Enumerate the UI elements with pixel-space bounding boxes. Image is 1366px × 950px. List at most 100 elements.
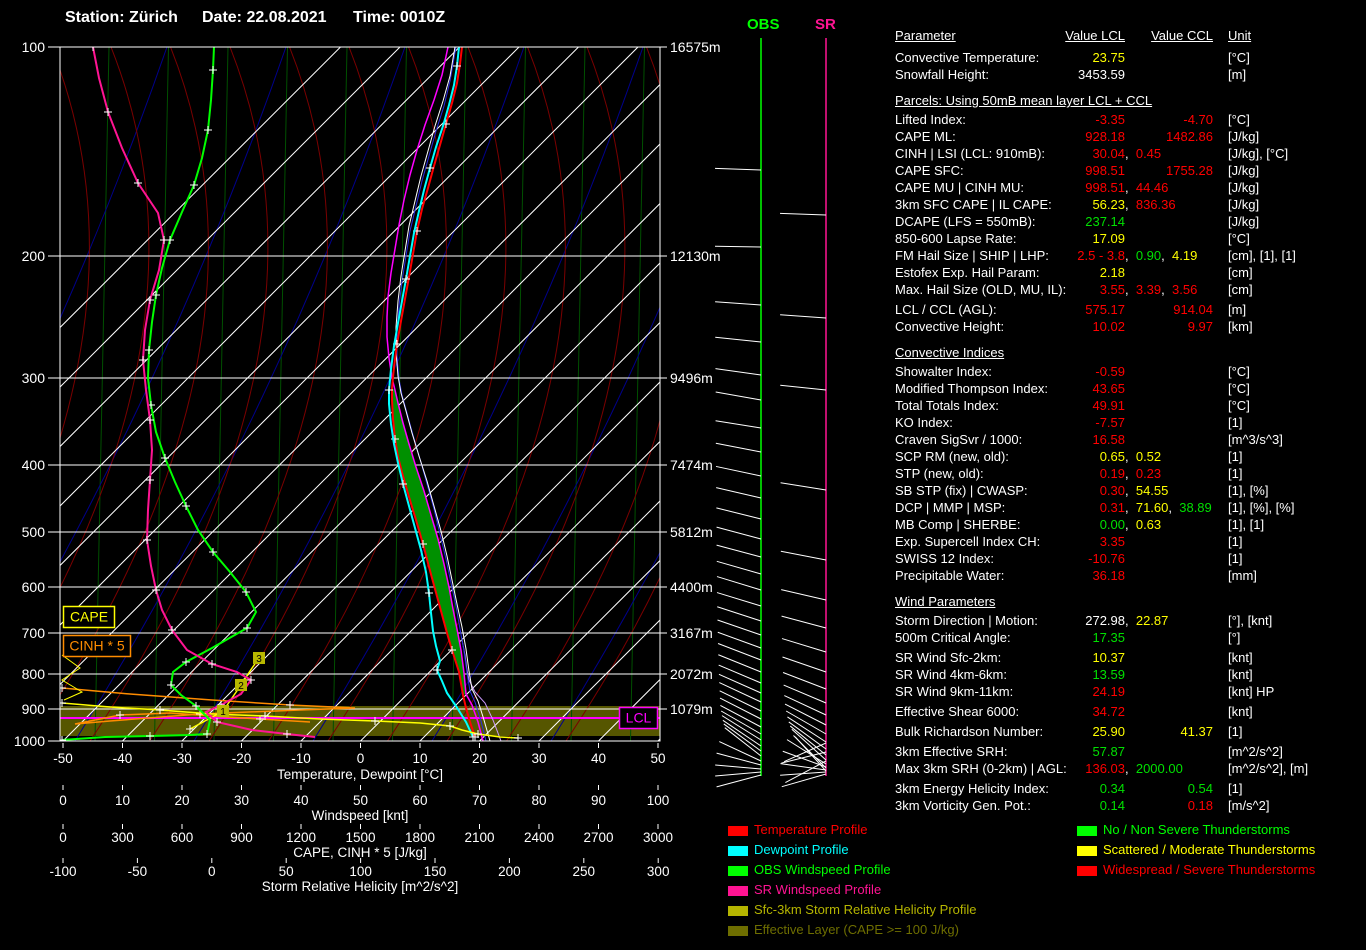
value-part: 71.60 xyxy=(1136,500,1169,515)
legend-label: OBS Windspeed Profile xyxy=(754,862,891,877)
legend-label: Sfc-3km Storm Relative Helicity Profile xyxy=(754,902,977,917)
svg-text:200: 200 xyxy=(498,864,521,879)
svg-text:1: 1 xyxy=(220,707,226,718)
header-value-lcl: Value LCL xyxy=(895,27,1125,44)
param-value-lcl: 30.04 xyxy=(895,145,1125,162)
svg-text:100: 100 xyxy=(647,793,670,808)
param-unit: [1], [%], [%] xyxy=(1228,499,1294,516)
value-part: 43.65 xyxy=(1092,381,1125,396)
table-row: CAPE SFC:998.511755.28[J/kg] xyxy=(895,162,1366,179)
table-row: Effective Shear 6000:34.72[knt] xyxy=(895,703,1366,720)
svg-text:1079m: 1079m xyxy=(670,701,713,717)
value-part: 16.58 xyxy=(1092,432,1125,447)
svg-text:300: 300 xyxy=(22,370,46,386)
param-value-extra: , 3.39, 3.56 xyxy=(1125,281,1197,298)
param-unit: [1] xyxy=(1228,448,1242,465)
param-value-extra: , 0.90, 4.19 xyxy=(1125,247,1197,264)
table-row: SR Wind Sfc-2km:10.37[knt] xyxy=(895,649,1366,666)
svg-text:CAPE: CAPE xyxy=(70,609,108,625)
value-part: 0.19 xyxy=(1100,466,1125,481)
legend-swatch xyxy=(1077,866,1097,876)
table-row: LCL / CCL (AGL):575.17914.04[m] xyxy=(895,301,1366,318)
param-value-extra: , 44.46 xyxy=(1125,179,1168,196)
param-unit: [°C] xyxy=(1228,230,1250,247)
table-header-row: ParameterValue LCLValue CCLUnit xyxy=(895,27,1366,49)
param-unit: [J/kg] xyxy=(1228,162,1259,179)
value-part: 41.37 xyxy=(1180,724,1213,739)
svg-text:250: 250 xyxy=(573,864,596,879)
param-unit: [°C] xyxy=(1228,363,1250,380)
value-part: 4.19 xyxy=(1172,248,1197,263)
table-row: CAPE MU | CINH MU:998.51, 44.46[J/kg] xyxy=(895,179,1366,196)
legend-label: SR Windspeed Profile xyxy=(754,882,881,897)
comma: , xyxy=(1161,282,1172,297)
comma: , xyxy=(1168,500,1179,515)
param-value-lcl: 43.65 xyxy=(895,380,1125,397)
value-part: 0.54 xyxy=(1188,781,1213,796)
svg-text:-20: -20 xyxy=(232,751,252,766)
param-value-lcl: 23.75 xyxy=(895,49,1125,66)
param-unit: [J/kg] xyxy=(1228,213,1259,230)
value-part: 10.37 xyxy=(1092,650,1125,665)
table-row: MB Comp | SHERBE:0.00, 0.63[1], [1] xyxy=(895,516,1366,533)
value-part: 57.87 xyxy=(1092,744,1125,759)
param-value-ccl: 1482.86 xyxy=(1135,128,1213,145)
param-value-lcl: 17.35 xyxy=(895,629,1125,646)
svg-text:CINH * 5: CINH * 5 xyxy=(69,638,124,654)
value-part: 3.55 xyxy=(1100,282,1125,297)
param-value-lcl: 237.14 xyxy=(895,213,1125,230)
param-unit: [°], [knt] xyxy=(1228,612,1272,629)
value-part: 575.17 xyxy=(1085,302,1125,317)
svg-text:-30: -30 xyxy=(172,751,192,766)
param-unit: [cm] xyxy=(1228,281,1253,298)
svg-text:12130m: 12130m xyxy=(670,248,721,264)
svg-text:300: 300 xyxy=(111,830,134,845)
table-row: Max 3km SRH (0-2km) | AGL:136.03, 2000.0… xyxy=(895,760,1366,777)
comma: , xyxy=(1125,483,1136,498)
param-unit: [m] xyxy=(1228,66,1246,83)
value-part: -0.59 xyxy=(1095,364,1125,379)
sr-wind-barbs xyxy=(780,213,826,786)
table-row: SR Wind 9km-11km:24.19[knt] HP xyxy=(895,683,1366,700)
value-part: 9.97 xyxy=(1188,319,1213,334)
table-row: Exp. Supercell Index CH:3.35[1] xyxy=(895,533,1366,550)
svg-text:800: 800 xyxy=(22,666,46,682)
svg-text:700: 700 xyxy=(22,625,46,641)
isotherms xyxy=(0,47,890,741)
legend-label: Temperature Profile xyxy=(754,822,867,837)
param-unit: [1] xyxy=(1228,465,1242,482)
svg-text:LCL: LCL xyxy=(626,710,652,726)
param-value-lcl: 25.90 xyxy=(895,723,1125,740)
value-part: 0.52 xyxy=(1136,449,1161,464)
legend-label: Scattered / Moderate Thunderstorms xyxy=(1103,842,1315,857)
param-value-ccl: -4.70 xyxy=(1135,111,1213,128)
param-unit: [°C] xyxy=(1228,111,1250,128)
plot-area: 123 xyxy=(0,43,890,744)
param-unit: [m] xyxy=(1228,301,1246,318)
param-value-lcl: 3453.59 xyxy=(895,66,1125,83)
param-unit: [knt] xyxy=(1228,666,1253,683)
header-unit: Unit xyxy=(1228,27,1251,44)
svg-text:30: 30 xyxy=(234,793,249,808)
table-row: Max. Hail Size (OLD, MU, IL):3.55, 3.39,… xyxy=(895,281,1366,298)
param-value-lcl: 0.34 xyxy=(895,780,1125,797)
svg-text:1800: 1800 xyxy=(405,830,435,845)
param-value-lcl: 575.17 xyxy=(895,301,1125,318)
value-part: 13.59 xyxy=(1092,667,1125,682)
value-part: 2000.00 xyxy=(1136,761,1183,776)
legend-label: Effective Layer (CAPE >= 100 J/kg) xyxy=(754,922,959,937)
param-value-extra: , 836.36 xyxy=(1125,196,1176,213)
param-value-lcl: 10.02 xyxy=(895,318,1125,335)
lcl-label-box: LCL xyxy=(620,708,658,729)
value-part: 0.45 xyxy=(1136,146,1161,161)
param-unit: [°C] xyxy=(1228,397,1250,414)
comma: , xyxy=(1125,500,1136,515)
value-part: 0.63 xyxy=(1136,517,1161,532)
km-marker-box: 3 xyxy=(253,652,265,665)
param-unit: [J/kg] xyxy=(1228,196,1259,213)
value-part: 23.75 xyxy=(1092,50,1125,65)
table-row: 3km Energy Helicity Index:0.340.54[1] xyxy=(895,780,1366,797)
param-unit: [J/kg], [°C] xyxy=(1228,145,1288,162)
svg-text:70: 70 xyxy=(472,793,487,808)
param-value-lcl: 0.31 xyxy=(895,499,1125,516)
